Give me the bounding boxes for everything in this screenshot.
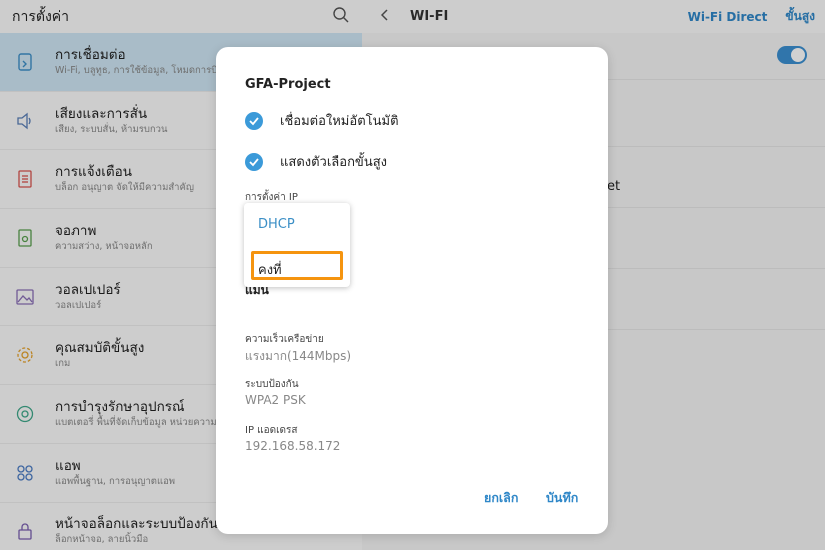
dialog-title: GFA-Project [245,77,331,92]
security-value: WPA2 PSK [245,393,306,407]
show-advanced-checkbox[interactable]: แสดงตัวเลือกขั้นสูง [245,151,387,172]
dropdown-option-dhcp[interactable]: DHCP [258,217,295,232]
cancel-button[interactable]: ยกเลิก [484,488,518,508]
network-speed-label: ความเร็วเครือข่าย [245,334,324,345]
ip-address-value: 192.168.58.172 [245,439,341,453]
save-button[interactable]: บันทึก [546,488,578,508]
network-speed-value: แรงมาก(144Mbps) [245,349,352,363]
network-dialog: GFA-Project เชื่อมต่อใหม่อัตโนมัติ แสดงต… [216,47,608,534]
ip-address-label: IP แอดเดรส [245,425,298,436]
checkbox-label: เชื่อมต่อใหม่อัตโนมัติ [280,114,399,129]
static-option-highlight [251,251,343,280]
checkbox-label: แสดงตัวเลือกขั้นสูง [280,155,387,170]
checkmark-icon [245,111,263,130]
checkmark-icon [245,152,263,171]
security-label: ระบบป้องกัน [245,379,299,390]
auto-reconnect-checkbox[interactable]: เชื่อมต่อใหม่อัตโนมัติ [245,110,399,131]
